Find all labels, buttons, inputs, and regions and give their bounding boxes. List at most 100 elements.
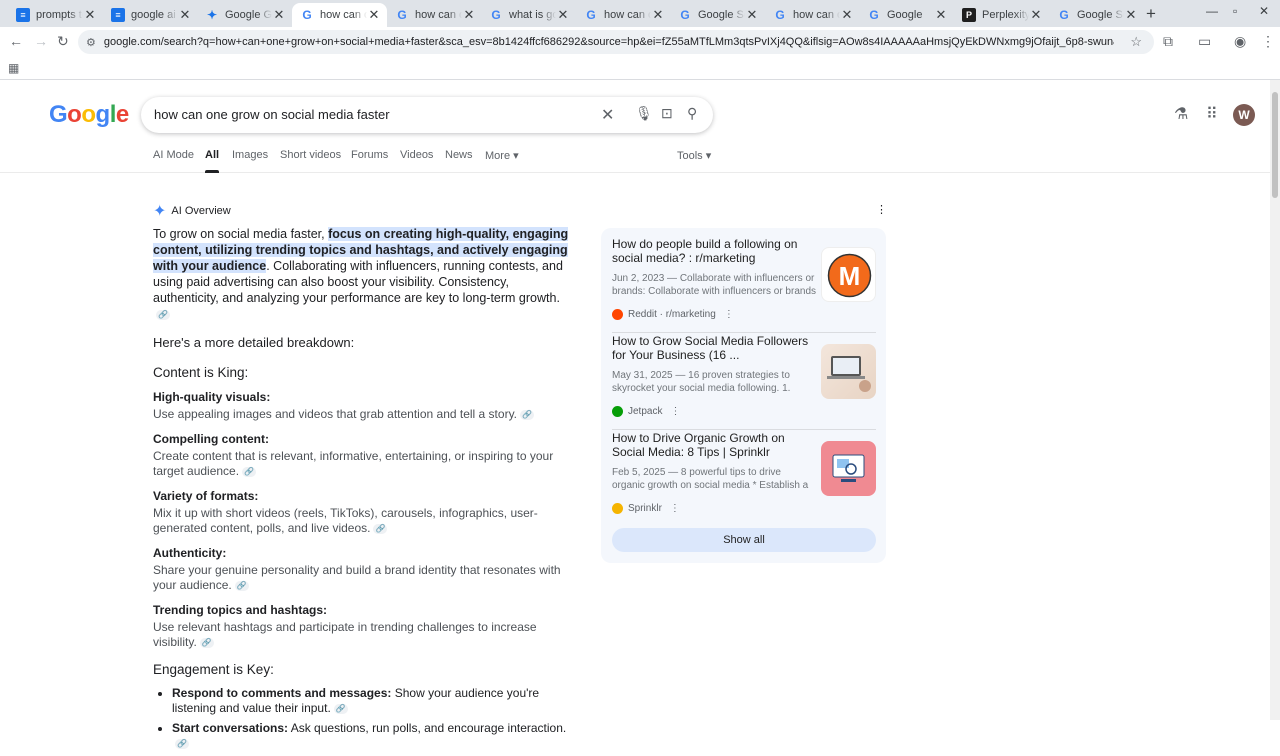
apps-icon[interactable]: ⠿: [1206, 104, 1218, 124]
reddit-icon: [612, 309, 623, 320]
microphone-icon[interactable]: 🎙: [635, 105, 653, 122]
link-icon[interactable]: 🔗: [520, 409, 535, 420]
labs-icon[interactable]: ⚗: [1174, 104, 1188, 124]
scrollbar-thumb[interactable]: [1272, 92, 1278, 198]
item-desc-text: Create content that is relevant, informa…: [153, 449, 554, 478]
browser-menu-icon[interactable]: ⋮: [1261, 33, 1275, 50]
browser-tab[interactable]: Ghow can o ✕: [765, 3, 860, 27]
source-card[interactable]: How to Grow Social Media Followers for Y…: [612, 334, 876, 430]
close-tab-icon[interactable]: ✕: [651, 7, 665, 23]
link-icon[interactable]: 🔗: [373, 523, 388, 534]
link-icon[interactable]: 🔗: [234, 580, 249, 591]
close-tab-icon[interactable]: ✕: [272, 7, 286, 23]
account-avatar[interactable]: W: [1233, 104, 1255, 126]
browser-tab[interactable]: Ghow can o ✕: [387, 3, 482, 27]
google-icon: G: [680, 8, 690, 22]
overview-menu-icon[interactable]: ⋮: [876, 203, 887, 216]
search-input[interactable]: how can one grow on social media faster: [154, 107, 390, 122]
lens-icon[interactable]: ⊡: [661, 105, 673, 122]
search-icon[interactable]: ⚲: [687, 105, 697, 122]
link-icon[interactable]: 🔗: [199, 637, 214, 648]
browser-tab[interactable]: G Google Se ✕: [1049, 3, 1144, 27]
source-title[interactable]: How to Drive Organic Growth on Social Me…: [612, 431, 816, 459]
apps-grid-icon[interactable]: ▦: [8, 61, 19, 75]
tab-more[interactable]: More ▾: [485, 149, 519, 162]
minimize-icon[interactable]: —: [1206, 4, 1218, 18]
browser-tab[interactable]: ≡ google ai n✕: [103, 3, 198, 27]
source-thumbnail[interactable]: [821, 441, 876, 496]
restore-icon[interactable]: ▫: [1233, 4, 1237, 18]
close-tab-icon[interactable]: ✕: [178, 7, 192, 23]
docs-icon: ≡: [16, 8, 30, 22]
tab-short-videos[interactable]: Short videos: [280, 149, 341, 161]
google-icon: G: [1059, 8, 1069, 22]
more-icon[interactable]: ⋮: [670, 406, 680, 417]
close-window-icon[interactable]: ✕: [1259, 4, 1269, 18]
clear-icon[interactable]: ✕: [601, 105, 614, 125]
extensions-icon[interactable]: ⧉: [1163, 33, 1173, 50]
search-box[interactable]: how can one grow on social media faster …: [141, 97, 713, 133]
tab-videos[interactable]: Videos: [400, 149, 433, 161]
tab-ai-mode[interactable]: AI Mode: [153, 149, 194, 161]
item-desc: Mix it up with short videos (reels, TikT…: [153, 506, 573, 536]
media-icon[interactable]: ▭: [1198, 33, 1211, 50]
browser-tab[interactable]: ✦ Google Ge✕: [197, 3, 292, 27]
sprinklr-icon: [612, 503, 623, 514]
tab-all[interactable]: All: [205, 149, 220, 173]
show-all-button[interactable]: Show all: [612, 528, 876, 552]
link-icon[interactable]: 🔗: [175, 738, 189, 749]
source-title[interactable]: How to Grow Social Media Followers for Y…: [612, 334, 816, 362]
close-tab-icon[interactable]: ✕: [1029, 7, 1043, 23]
ai-overview-header: ✦ AI Overview: [153, 201, 231, 221]
profile-icon[interactable]: ◉: [1234, 33, 1246, 50]
more-icon[interactable]: ⋮: [670, 503, 680, 514]
item-desc: Use relevant hashtags and participate in…: [153, 620, 573, 650]
source-card[interactable]: How to Drive Organic Growth on Social Me…: [612, 431, 876, 527]
close-tab-icon[interactable]: ✕: [83, 7, 97, 23]
link-icon[interactable]: 🔗: [242, 466, 257, 477]
site-name: Sprinklr: [628, 503, 662, 514]
item-desc-text: Share your genuine personality and build…: [153, 563, 561, 592]
google-logo[interactable]: Google: [49, 101, 129, 129]
tools-button[interactable]: Tools ▾: [677, 149, 711, 162]
breakdown-intro: Here's a more detailed breakdown:: [153, 335, 355, 350]
address-bar[interactable]: ⚙ google.com/search?q=how+can+one+grow+o…: [78, 30, 1154, 54]
tab-title: how can o: [415, 9, 462, 21]
forward-icon[interactable]: →: [34, 33, 48, 49]
tab-forums[interactable]: Forums: [351, 149, 388, 161]
close-tab-icon[interactable]: ✕: [367, 7, 381, 23]
google-icon: G: [586, 8, 596, 22]
source-thumbnail[interactable]: [821, 344, 876, 399]
browser-tab[interactable]: ≡ prompts to ✕: [8, 3, 103, 27]
close-tab-icon[interactable]: ✕: [840, 7, 854, 23]
close-tab-icon[interactable]: ✕: [934, 7, 948, 23]
browser-tab[interactable]: P Perplexity ✕: [954, 3, 1049, 27]
item-desc: Share your genuine personality and build…: [153, 563, 573, 593]
link-icon[interactable]: 🔗: [333, 703, 348, 714]
page-scrollbar[interactable]: [1270, 80, 1280, 720]
back-icon[interactable]: ←: [9, 33, 23, 49]
new-tab-button[interactable]: +: [1146, 4, 1156, 24]
tab-images[interactable]: Images: [232, 149, 268, 161]
tab-news[interactable]: News: [445, 149, 473, 161]
source-title[interactable]: How do people build a following on socia…: [612, 237, 816, 265]
divider: [612, 332, 876, 333]
item-desc: Create content that is relevant, informa…: [153, 449, 573, 479]
close-tab-icon[interactable]: ✕: [745, 7, 759, 23]
source-thumbnail[interactable]: M: [821, 247, 876, 302]
close-tab-icon[interactable]: ✕: [462, 7, 476, 23]
reload-icon[interactable]: ↻: [57, 33, 69, 50]
browser-tab[interactable]: G Google Se ✕: [670, 3, 765, 27]
site-info-icon[interactable]: ⚙: [86, 36, 96, 49]
browser-tab[interactable]: Gwhat is go ✕: [481, 3, 576, 27]
bookmark-star-icon[interactable]: ☆: [1130, 34, 1142, 50]
divider: [612, 429, 876, 430]
browser-tab[interactable]: G Google ✕: [859, 3, 954, 27]
link-icon[interactable]: 🔗: [156, 309, 170, 320]
source-card[interactable]: How do people build a following on socia…: [612, 237, 876, 333]
browser-tab[interactable]: Ghow can o ✕: [576, 3, 671, 27]
close-tab-icon[interactable]: ✕: [556, 7, 570, 23]
browser-tab[interactable]: Ghow can o ✕: [292, 3, 387, 27]
close-tab-icon[interactable]: ✕: [1124, 7, 1138, 23]
more-icon[interactable]: ⋮: [724, 309, 734, 320]
